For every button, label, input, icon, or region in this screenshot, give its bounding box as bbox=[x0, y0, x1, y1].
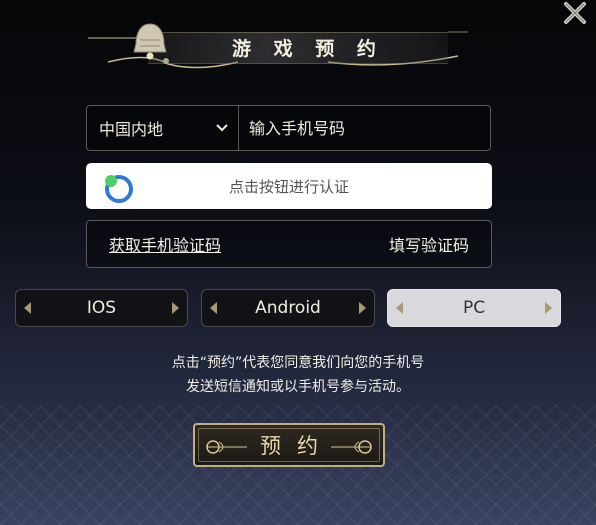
captcha-verify-button[interactable]: 点击按钮进行认证 bbox=[86, 163, 492, 209]
get-sms-code-link[interactable]: 获取手机验证码 bbox=[109, 232, 221, 256]
reserve-button-label: 预约 bbox=[260, 434, 334, 458]
captcha-verify-label: 点击按钮进行认证 bbox=[228, 177, 349, 196]
arrow-left-icon bbox=[210, 302, 217, 314]
page-title: 游 戏 预 约 bbox=[232, 38, 384, 60]
chevron-down-icon bbox=[216, 124, 228, 132]
close-button[interactable] bbox=[560, 0, 590, 28]
arrow-left-icon bbox=[396, 302, 403, 314]
platform-label: IOS bbox=[86, 298, 117, 318]
sms-code-row: 获取手机验证码 填写验证码 bbox=[86, 220, 492, 268]
phone-input[interactable] bbox=[239, 117, 490, 139]
arrow-right-icon bbox=[358, 302, 366, 314]
ornament-right-icon bbox=[331, 440, 372, 454]
ornament-left-icon bbox=[206, 440, 247, 454]
close-icon bbox=[564, 2, 586, 24]
arrow-right-icon bbox=[172, 302, 179, 314]
consent-line-2: 发送短信通知或以手机号参与活动。 bbox=[186, 379, 410, 395]
platform-ios-button[interactable]: IOS bbox=[15, 289, 188, 327]
reserve-button[interactable]: 预约 bbox=[193, 423, 385, 467]
header-banner: 游 戏 预 约 bbox=[88, 12, 468, 74]
platform-label: PC bbox=[462, 298, 486, 318]
platform-android-button[interactable]: Android bbox=[201, 289, 375, 327]
platform-label: Android bbox=[255, 298, 321, 318]
region-select[interactable]: 中国内地 bbox=[87, 106, 239, 150]
consent-notice: 点击“预约”代表您同意我们向您的手机号 发送短信通知或以手机号参与活动。 bbox=[0, 351, 596, 399]
arrow-left-icon bbox=[24, 302, 31, 314]
platform-pc-button[interactable]: PC bbox=[387, 289, 561, 327]
bell-icon bbox=[133, 23, 167, 60]
consent-line-1: 点击“预约”代表您同意我们向您的手机号 bbox=[171, 355, 425, 371]
phone-row: 中国内地 bbox=[86, 105, 491, 151]
arrow-right-icon bbox=[545, 302, 552, 314]
sms-code-input[interactable]: 填写验证码 bbox=[389, 232, 469, 256]
region-value: 中国内地 bbox=[99, 120, 164, 139]
